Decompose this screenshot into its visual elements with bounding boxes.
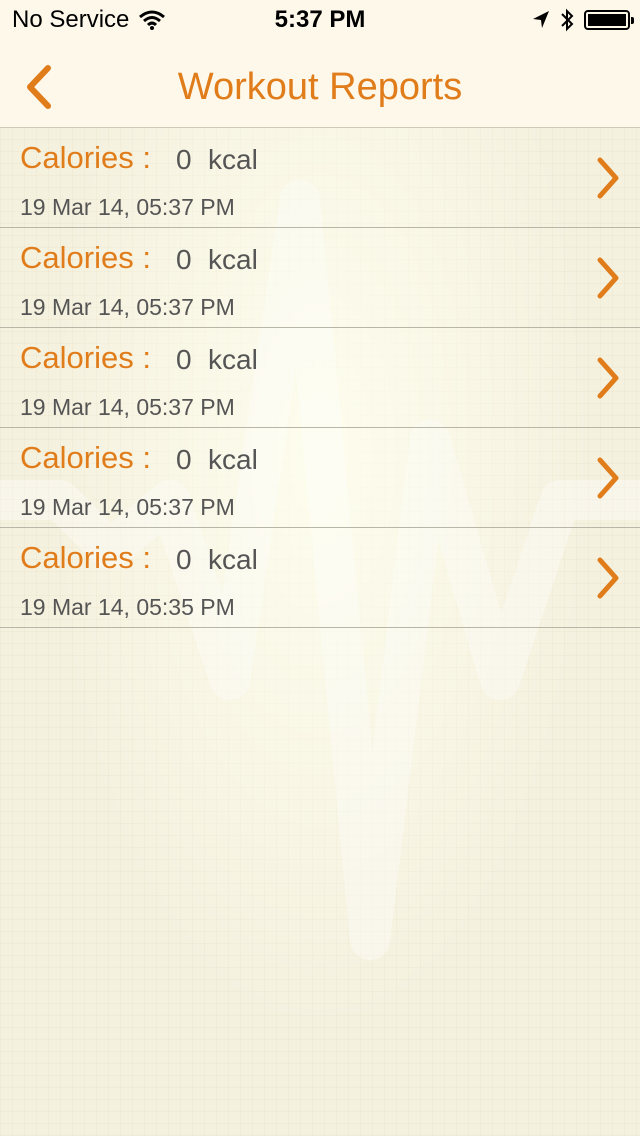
calories-label: Calories : <box>20 340 151 375</box>
calories-unit: kcal <box>208 544 258 575</box>
calories-label: Calories : <box>20 140 151 175</box>
report-row[interactable]: Calories : 0 kcal 19 Mar 14, 05:37 PM <box>0 228 640 328</box>
calories-unit: kcal <box>208 144 258 175</box>
calories-label: Calories : <box>20 440 151 475</box>
calories-label: Calories : <box>20 240 151 275</box>
report-row[interactable]: Calories : 0 kcal 19 Mar 14, 05:37 PM <box>0 128 640 228</box>
chevron-right-icon <box>597 357 619 399</box>
chevron-right-icon <box>597 257 619 299</box>
report-datetime: 19 Mar 14, 05:37 PM <box>20 394 235 420</box>
status-right <box>532 8 634 32</box>
calories-unit: kcal <box>208 244 258 275</box>
report-datetime: 19 Mar 14, 05:37 PM <box>20 294 235 320</box>
bluetooth-icon <box>561 8 574 32</box>
chevron-right-icon <box>597 557 619 599</box>
calories-value: 0 <box>176 144 192 175</box>
chevron-right-icon <box>597 157 619 199</box>
calories-value: 0 <box>176 444 192 475</box>
report-row[interactable]: Calories : 0 kcal 19 Mar 14, 05:35 PM <box>0 528 640 628</box>
battery-level <box>588 14 626 26</box>
calories-value: 0 <box>176 244 192 275</box>
report-datetime: 19 Mar 14, 05:35 PM <box>20 594 235 620</box>
calories-value: 0 <box>176 544 192 575</box>
calories-unit: kcal <box>208 444 258 475</box>
navigation-bar: Workout Reports <box>0 40 640 128</box>
report-row[interactable]: Calories : 0 kcal 19 Mar 14, 05:37 PM <box>0 328 640 428</box>
report-datetime: 19 Mar 14, 05:37 PM <box>20 194 235 220</box>
status-bar: No Service 5:37 PM <box>0 0 640 40</box>
report-datetime: 19 Mar 14, 05:37 PM <box>20 494 235 520</box>
calories-unit: kcal <box>208 344 258 375</box>
workout-report-list: Calories : 0 kcal 19 Mar 14, 05:37 PM Ca… <box>0 128 640 628</box>
calories-label: Calories : <box>20 540 151 575</box>
report-row[interactable]: Calories : 0 kcal 19 Mar 14, 05:37 PM <box>0 428 640 528</box>
page-title: Workout Reports <box>177 66 463 108</box>
chevron-right-icon <box>597 457 619 499</box>
calories-value: 0 <box>176 344 192 375</box>
location-arrow-icon <box>533 11 549 28</box>
battery-icon <box>584 10 634 30</box>
